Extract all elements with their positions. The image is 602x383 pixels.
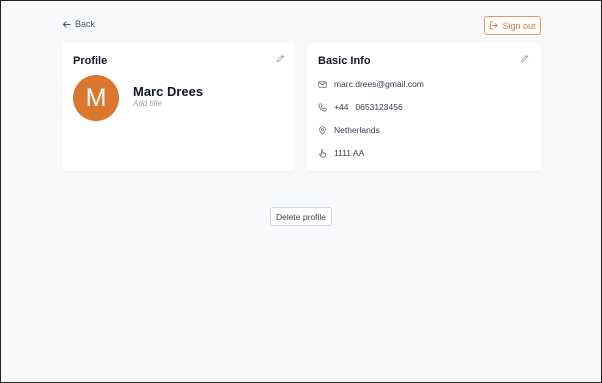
mail-icon	[318, 80, 327, 88]
back-label: Back	[75, 19, 96, 29]
profile-card-title: Profile	[73, 55, 108, 67]
pencil-icon[interactable]	[520, 54, 529, 63]
postal-code-row: 1111 AA	[318, 148, 364, 158]
back-link[interactable]: Back	[62, 19, 95, 29]
country-value: Netherlands	[334, 125, 380, 135]
phone-icon	[318, 102, 327, 112]
delete-profile-button[interactable]: Delete profile	[270, 207, 332, 226]
email-row: marc.drees@gmail.com	[318, 79, 424, 89]
basic-info-card: Basic Info marc.drees@gmail.com +44 0653…	[307, 43, 541, 171]
hand-pointer-icon	[319, 148, 326, 158]
postal-code-value: 1111 AA	[334, 148, 365, 158]
country-row: Netherlands	[318, 125, 380, 135]
avatar: M	[73, 75, 119, 121]
basic-info-card-title: Basic Info	[318, 55, 371, 67]
sign-out-label: Sign out	[502, 20, 536, 31]
phone-code: +44	[334, 102, 349, 112]
phone-row: +44 0653123456	[318, 102, 403, 112]
pencil-icon[interactable]	[276, 54, 285, 63]
sign-out-button[interactable]: Sign out	[484, 16, 541, 35]
map-pin-icon	[319, 125, 326, 135]
phone-number: 0653123456	[355, 102, 403, 112]
sign-out-icon	[490, 21, 499, 30]
add-title-field[interactable]: Add title	[133, 99, 162, 108]
arrow-left-icon	[62, 20, 71, 28]
profile-card: Profile M Marc Drees Add title	[62, 43, 295, 171]
profile-name: Marc Drees	[133, 84, 204, 99]
email-value: marc.drees@gmail.com	[334, 79, 424, 89]
